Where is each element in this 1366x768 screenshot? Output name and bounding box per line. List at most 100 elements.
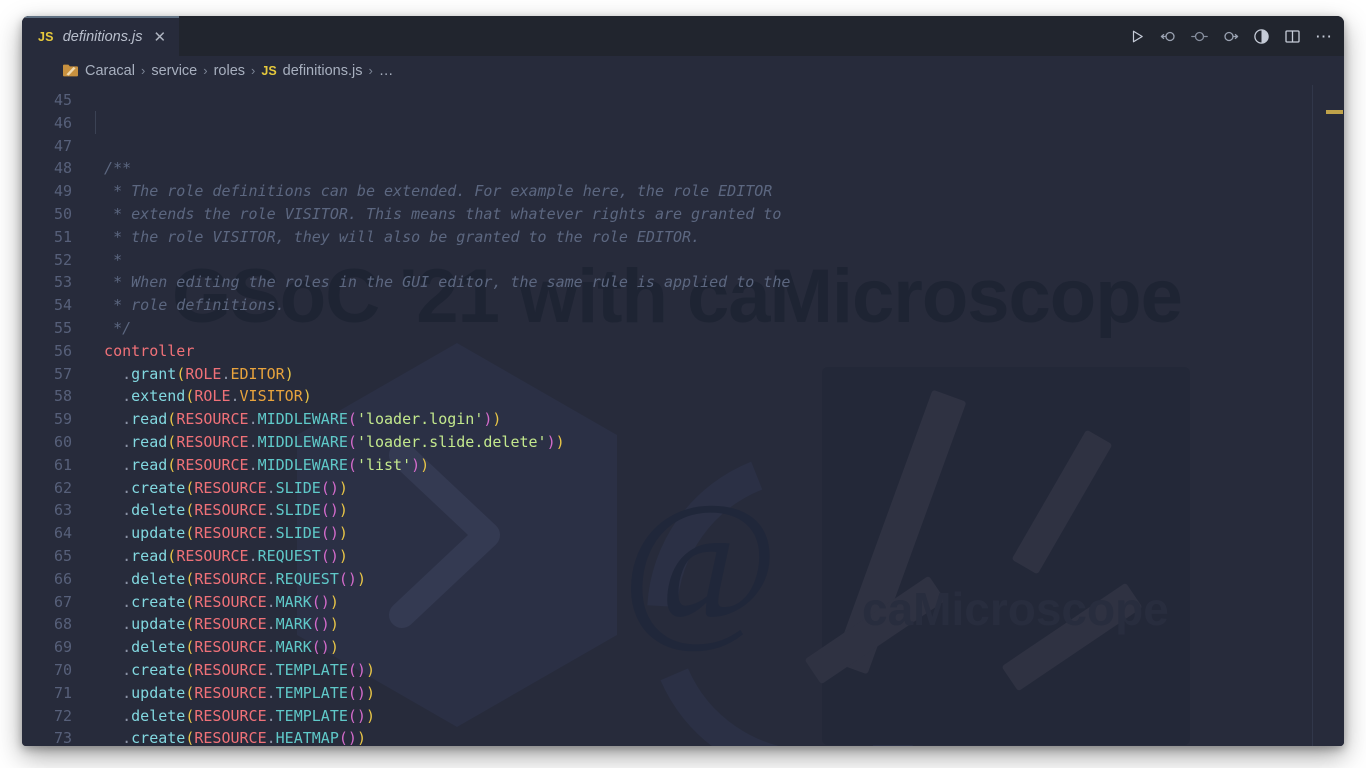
code-line[interactable]: .extend(ROLE.VISITOR) (86, 385, 1344, 408)
code-token: . (266, 569, 276, 588)
folder-icon (62, 63, 79, 78)
line-number: 45 (53, 91, 72, 109)
code-token: . (86, 524, 132, 543)
code-token: . (86, 706, 132, 725)
code-line[interactable]: .delete(RESOURCE.REQUEST()) (86, 568, 1344, 591)
chevron-right-icon: › (203, 63, 208, 78)
code-token: RESOURCE (176, 455, 249, 474)
code-line[interactable]: .update(RESOURCE.SLIDE()) (86, 522, 1344, 545)
code-line[interactable]: .create(RESOURCE.HEATMAP()) (86, 727, 1344, 746)
code-editor[interactable]: @ GSoC '21 with caMicroscope caMicroscop… (22, 85, 1344, 746)
breadcrumb-item-definitions-js[interactable]: definitions.js (283, 63, 363, 79)
line-number: 67 (53, 592, 72, 611)
code-content[interactable]: 45 46 47 48 49 50 51 52 53 54 55 56 57 58 59 60 61 62 63 64… (22, 85, 1344, 746)
line-number: 57 (53, 364, 72, 383)
code-token: () (338, 569, 357, 588)
code-line[interactable]: .create(RESOURCE.MARK()) (86, 591, 1344, 614)
code-token: RESOURCE (194, 615, 267, 634)
code-token: REQUEST (275, 569, 339, 588)
code-token: ) (411, 455, 421, 474)
code-token: ) (338, 524, 348, 543)
code-line[interactable]: .grant(ROLE.EDITOR) (86, 363, 1344, 386)
code-token: ) (338, 478, 348, 497)
chevron-right-icon: › (251, 63, 256, 78)
code-line[interactable]: .read(RESOURCE.MIDDLEWARE('loader.login'… (86, 408, 1344, 431)
indent-guide (95, 111, 96, 134)
code-token: ( (347, 455, 357, 474)
coverage-icon[interactable] (1247, 22, 1276, 51)
test-current-icon[interactable] (1185, 22, 1214, 51)
line-number: 66 (53, 569, 72, 588)
code-line[interactable]: .read(RESOURCE.MIDDLEWARE('loader.slide.… (86, 431, 1344, 454)
code-token: RESOURCE (194, 683, 267, 702)
code-line[interactable]: .delete(RESOURCE.SLIDE()) (86, 499, 1344, 522)
breadcrumb-item-caracal[interactable]: Caracal (85, 63, 135, 79)
code-line[interactable]: .delete(RESOURCE.MARK()) (86, 636, 1344, 659)
code-line[interactable]: * The role definitions can be extended. … (86, 180, 1344, 203)
code-line[interactable]: .create(RESOURCE.SLIDE()) (86, 477, 1344, 500)
code-token: controller (86, 341, 195, 360)
code-token: MARK (275, 592, 312, 611)
line-number: 64 (53, 524, 72, 543)
code-line[interactable]: .read(RESOURCE.MIDDLEWARE('list')) (86, 454, 1344, 477)
line-number: 59 (53, 410, 72, 429)
code-line[interactable]: .read(RESOURCE.REQUEST()) (86, 545, 1344, 568)
line-number: 60 (53, 432, 72, 451)
code-line[interactable]: .update(RESOURCE.TEMPLATE()) (86, 682, 1344, 705)
breadcrumb-item-roles[interactable]: roles (214, 63, 245, 79)
test-prev-icon[interactable] (1154, 22, 1183, 51)
code-lines[interactable]: /** * The role definitions can be extend… (86, 89, 1344, 746)
more-actions-icon[interactable]: ⋯ (1309, 22, 1338, 51)
code-token: RESOURCE (194, 569, 267, 588)
code-line[interactable]: */ (86, 317, 1344, 340)
code-token: delete (131, 706, 186, 725)
code-token: * role definitions. (86, 296, 285, 315)
code-line[interactable]: controller (86, 340, 1344, 363)
line-number: 55 (53, 318, 72, 337)
split-editor-icon[interactable] (1278, 22, 1307, 51)
code-token: . (266, 729, 276, 746)
code-token: . (230, 387, 240, 406)
line-number: 71 (53, 683, 72, 702)
run-icon[interactable] (1123, 22, 1152, 51)
code-token: () (311, 615, 330, 634)
code-token: RESOURCE (176, 432, 249, 451)
code-token: RESOURCE (194, 660, 267, 679)
overview-ruler[interactable] (1312, 85, 1344, 746)
breadcrumb-item-symbols[interactable]: … (379, 63, 394, 79)
code-line[interactable]: .delete(RESOURCE.TEMPLATE()) (86, 705, 1344, 728)
close-icon[interactable]: ✕ (154, 30, 167, 45)
code-line[interactable]: .update(RESOURCE.MARK()) (86, 613, 1344, 636)
code-line[interactable]: * role definitions. (86, 294, 1344, 317)
code-token: () (311, 592, 330, 611)
js-file-icon: JS (261, 63, 277, 78)
code-line[interactable]: /** (86, 157, 1344, 180)
code-line[interactable]: .create(RESOURCE.TEMPLATE()) (86, 659, 1344, 682)
code-token: MIDDLEWARE (257, 432, 348, 451)
code-token: update (131, 683, 186, 702)
code-line[interactable]: * (86, 249, 1344, 272)
code-token: . (86, 501, 132, 520)
code-token: . (86, 729, 132, 746)
editor-tab-definitions-js[interactable]: JS definitions.js ✕ (22, 16, 180, 56)
code-token: ) (365, 683, 375, 702)
code-token: ) (329, 615, 339, 634)
line-number: 68 (53, 615, 72, 634)
line-number: 51 (53, 227, 72, 246)
code-token: ( (167, 455, 177, 474)
code-line[interactable]: * extends the role VISITOR. This means t… (86, 203, 1344, 226)
test-next-icon[interactable] (1216, 22, 1245, 51)
code-token: ) (420, 455, 430, 474)
line-number: 46 (53, 113, 72, 132)
code-token: EDITOR (230, 364, 285, 383)
code-token: read (131, 455, 168, 474)
code-token: ) (338, 501, 348, 520)
code-token: RESOURCE (194, 638, 267, 657)
breadcrumb-item-service[interactable]: service (151, 63, 197, 79)
code-line[interactable]: * When editing the roles in the GUI edit… (86, 271, 1344, 294)
code-line[interactable]: * the role VISITOR, they will also be gr… (86, 226, 1344, 249)
code-token: ) (338, 546, 348, 565)
code-token: ( (167, 410, 177, 429)
code-token: ) (284, 364, 294, 383)
code-token: . (86, 364, 132, 383)
